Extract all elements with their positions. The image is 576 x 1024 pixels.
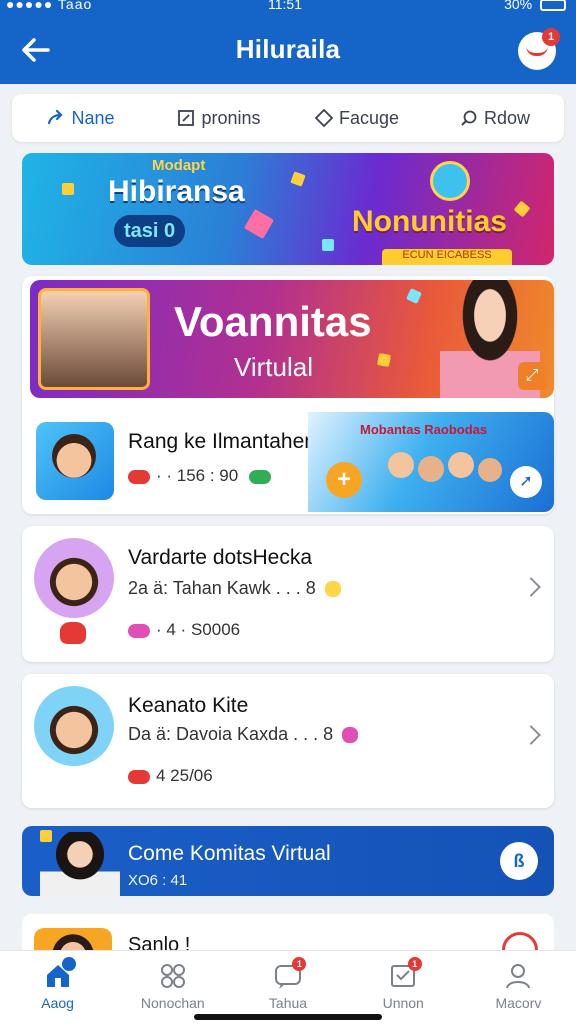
kid-face-icon: [52, 434, 96, 478]
nav-label: Macorv: [495, 995, 542, 1011]
game-icon: [128, 469, 150, 484]
game-controller-icon: [60, 622, 86, 644]
side-promo-title: Mobantas Raobodas: [360, 422, 488, 437]
list-item-meta: 4 25/06: [128, 766, 213, 786]
community-sub: XO6 : 41: [128, 872, 188, 889]
nav-label: Aaog: [41, 995, 74, 1011]
add-icon[interactable]: +: [326, 462, 362, 498]
game-icon: [128, 623, 150, 638]
bottom-nav: Aaog Nonochan 1 Tahua 1 Unnon Macorv: [0, 950, 576, 1024]
list-item-meta: · 4 · S0006: [128, 620, 240, 640]
kid-avatar: [478, 458, 502, 482]
confetti: [243, 208, 275, 240]
kid-avatar: [34, 686, 114, 766]
row-title[interactable]: Rang ke Ilmantahen: [128, 430, 316, 454]
notification-badge: 1: [542, 28, 560, 46]
list-item-subtitle-text: Da ä: Davoia Kaxda . . . 8: [128, 724, 334, 744]
tab-label: pronins: [201, 107, 261, 128]
nav-label: Unnon: [382, 995, 424, 1011]
list-item-meta-text: · 4 · S0006: [156, 620, 241, 639]
banner-badge: tasi 0: [114, 215, 186, 247]
tab-label: Facuge: [338, 107, 400, 128]
row-meta-text: · · 156 : 90: [156, 466, 239, 485]
confetti: [62, 183, 74, 195]
tab-nane[interactable]: Nane: [12, 94, 150, 142]
list-item-title: Keanato Kite: [128, 694, 249, 717]
banner-kicker: Modapt: [152, 157, 206, 174]
list-item-title: Vardarte dotsHecka: [128, 546, 313, 569]
status-bar: ●●●●● Taao 11:51 30%: [0, 0, 576, 16]
promo-subtitle: Virtulal: [234, 352, 314, 382]
host-photo: [38, 288, 150, 390]
confetti: [513, 200, 531, 218]
list-item-meta-text: 4 25/06: [156, 766, 213, 785]
tab-rdow[interactable]: Rdow: [426, 94, 564, 142]
chevron-right-icon[interactable]: [521, 577, 541, 597]
nav-badge: 1: [292, 957, 307, 971]
home-dot: [62, 957, 76, 971]
list-item-subtitle: 2a ä: Tahan Kawk . . . 8: [128, 578, 347, 599]
tab-facuge[interactable]: Facuge: [288, 94, 426, 142]
list-item-subtitle: Da ä: Davoia Kaxda . . . 8: [128, 724, 364, 745]
next-arrow-icon[interactable]: ➚: [510, 466, 542, 498]
hero-banner[interactable]: Modapt Hibiransa tasi 0 Nonunitias ECUN …: [22, 153, 554, 265]
wifi-icon: [248, 469, 271, 484]
chevron-right-icon[interactable]: [521, 725, 541, 745]
search-icon: [461, 110, 477, 126]
kid-thumbnail: [36, 422, 114, 500]
confetti: [322, 239, 334, 251]
signal-text: ●●●●● Taao: [6, 0, 93, 12]
badge-icon: [342, 727, 359, 744]
battery-percent: 30%: [504, 0, 533, 12]
list-item[interactable]: Vardarte dotsHecka 2a ä: Tahan Kawk . . …: [22, 526, 554, 662]
banner-brand: Nonunitias: [352, 205, 507, 238]
mascot-icon: [430, 161, 470, 201]
tab-label: Rdow: [483, 107, 531, 128]
promo-title: Voannitas: [174, 298, 372, 345]
game-icon: [128, 769, 150, 784]
confetti: [377, 353, 391, 367]
arrow-icon: [48, 109, 64, 125]
promo-banner[interactable]: Voannitas Virtulal ⤢: [30, 280, 554, 398]
community-action-button[interactable]: ß: [500, 842, 538, 880]
profile-icon: [506, 964, 531, 989]
nav-label: Tahua: [268, 995, 308, 1011]
battery-icon: [540, 0, 566, 12]
nav-home[interactable]: Aaog: [0, 951, 115, 1024]
tab-label: Nane: [71, 107, 115, 128]
confetti: [406, 288, 422, 304]
banner-strip: ECUN EICABESS: [382, 249, 512, 265]
square-icon: [178, 110, 195, 126]
mascot-smile-icon: [526, 46, 548, 56]
kid-avatar: [388, 452, 414, 478]
nav-profile[interactable]: Macorv: [461, 951, 576, 1024]
nav-badge: 1: [407, 957, 422, 971]
community-title: Come Komitas Virtual: [128, 842, 331, 865]
kid-avatar: [418, 456, 444, 482]
page-title: Hiluraila: [235, 34, 341, 64]
expand-icon[interactable]: ⤢: [518, 362, 546, 390]
banner-title: Hibiransa: [108, 175, 245, 208]
side-promo[interactable]: Mobantas Raobodas + ➚: [308, 412, 554, 512]
app-header: ●●●●● Taao 11:51 30% Hiluraila 1: [0, 0, 576, 84]
list-item[interactable]: Keanato Kite Da ä: Davoia Kaxda . . . 8 …: [22, 674, 554, 808]
battery-status: 30%: [504, 0, 566, 12]
confetti: [40, 830, 52, 842]
kid-avatar: [34, 538, 114, 618]
clock: 11:51: [268, 0, 302, 12]
confetti: [290, 171, 306, 187]
home-indicator: [194, 1014, 382, 1020]
community-card[interactable]: Come Komitas Virtual XO6 : 41 ß: [22, 826, 554, 896]
host-photo: [40, 832, 120, 896]
diamond-icon: [314, 109, 333, 127]
nav-label: Nonochan: [140, 995, 205, 1011]
grid-icon: [160, 964, 185, 988]
tab-pronins[interactable]: pronins: [150, 94, 288, 142]
tab-bar: Nane pronins Facuge Rdow: [12, 94, 564, 142]
mascot-notification-button[interactable]: 1: [518, 28, 560, 70]
coin-icon: [324, 581, 341, 598]
kid-avatar: [448, 452, 474, 478]
row-meta: · · 156 : 90: [128, 466, 277, 486]
list-item-subtitle-text: 2a ä: Tahan Kawk . . . 8: [128, 578, 316, 598]
